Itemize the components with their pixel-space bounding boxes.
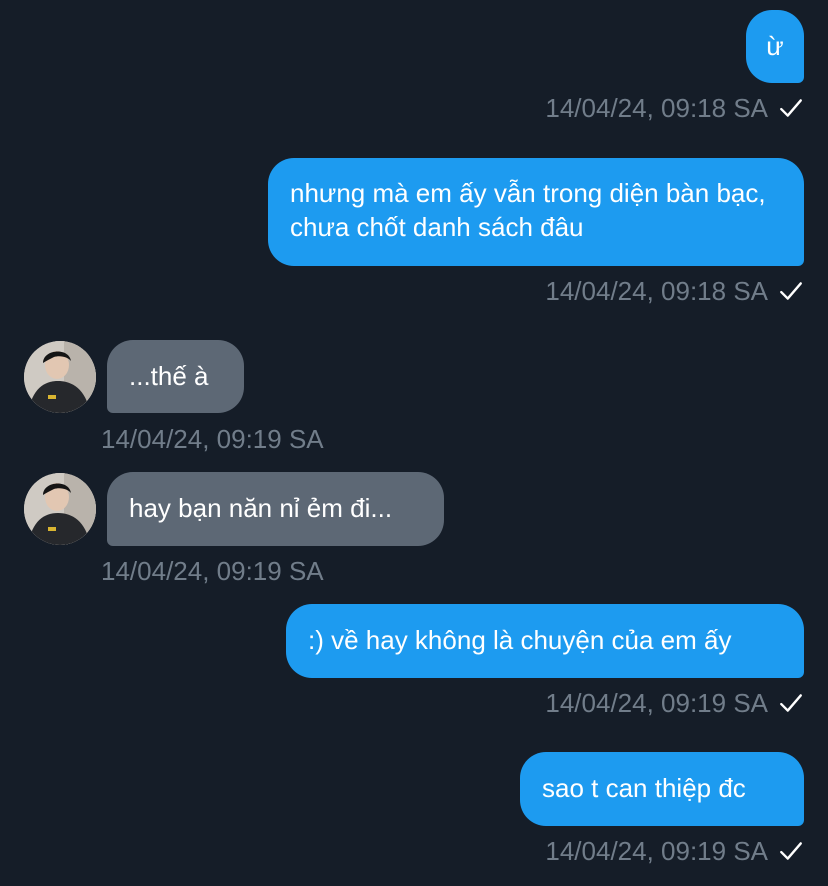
message-timestamp: 14/04/24, 09:18 SA	[545, 93, 768, 123]
message-timestamp: 14/04/24, 09:19 SA	[545, 836, 768, 866]
message-bubble-outgoing[interactable]: nhưng mà em ấy vẫn trong diện bàn bạc, c…	[268, 158, 804, 266]
message-text: sao t can thiệp đc	[542, 773, 746, 803]
message-timestamp: 14/04/24, 09:19 SA	[101, 424, 324, 454]
avatar[interactable]	[24, 473, 96, 545]
check-icon	[780, 282, 802, 300]
message-timestamp: 14/04/24, 09:18 SA	[545, 276, 768, 306]
message-meta: 14/04/24, 09:19 SA	[545, 836, 804, 866]
avatar-image	[24, 473, 96, 545]
message-text: :) về hay không là chuyện của em ấy	[308, 625, 732, 655]
message-bubble-outgoing[interactable]: :) về hay không là chuyện của em ấy	[286, 604, 804, 678]
message-meta: 14/04/24, 09:19 SA	[101, 424, 324, 454]
message-meta: 14/04/24, 09:19 SA	[545, 688, 804, 718]
message-timestamp: 14/04/24, 09:19 SA	[101, 556, 324, 586]
check-icon	[780, 694, 802, 712]
message-timestamp: 14/04/24, 09:19 SA	[545, 688, 768, 718]
message-meta: 14/04/24, 09:18 SA	[545, 93, 804, 123]
message-text: ừ	[766, 31, 784, 61]
message-bubble-outgoing[interactable]: sao t can thiệp đc	[520, 752, 804, 826]
message-text: nhưng mà em ấy vẫn trong diện bàn bạc, c…	[290, 178, 766, 242]
message-text: hay bạn năn nỉ ẻm đi...	[129, 493, 393, 523]
message-meta: 14/04/24, 09:19 SA	[101, 556, 324, 586]
message-bubble-incoming[interactable]: hay bạn năn nỉ ẻm đi...	[107, 472, 444, 546]
avatar[interactable]	[24, 341, 96, 413]
check-icon	[780, 99, 802, 117]
message-bubble-outgoing[interactable]: ừ	[746, 10, 804, 83]
message-meta: 14/04/24, 09:18 SA	[545, 276, 804, 306]
message-bubble-incoming[interactable]: ...thế à	[107, 340, 244, 413]
message-text: ...thế à	[129, 361, 209, 391]
chat-thread: ừ 14/04/24, 09:18 SA nhưng mà em ấy vẫn …	[0, 0, 828, 886]
check-icon	[780, 842, 802, 860]
avatar-image	[24, 341, 96, 413]
